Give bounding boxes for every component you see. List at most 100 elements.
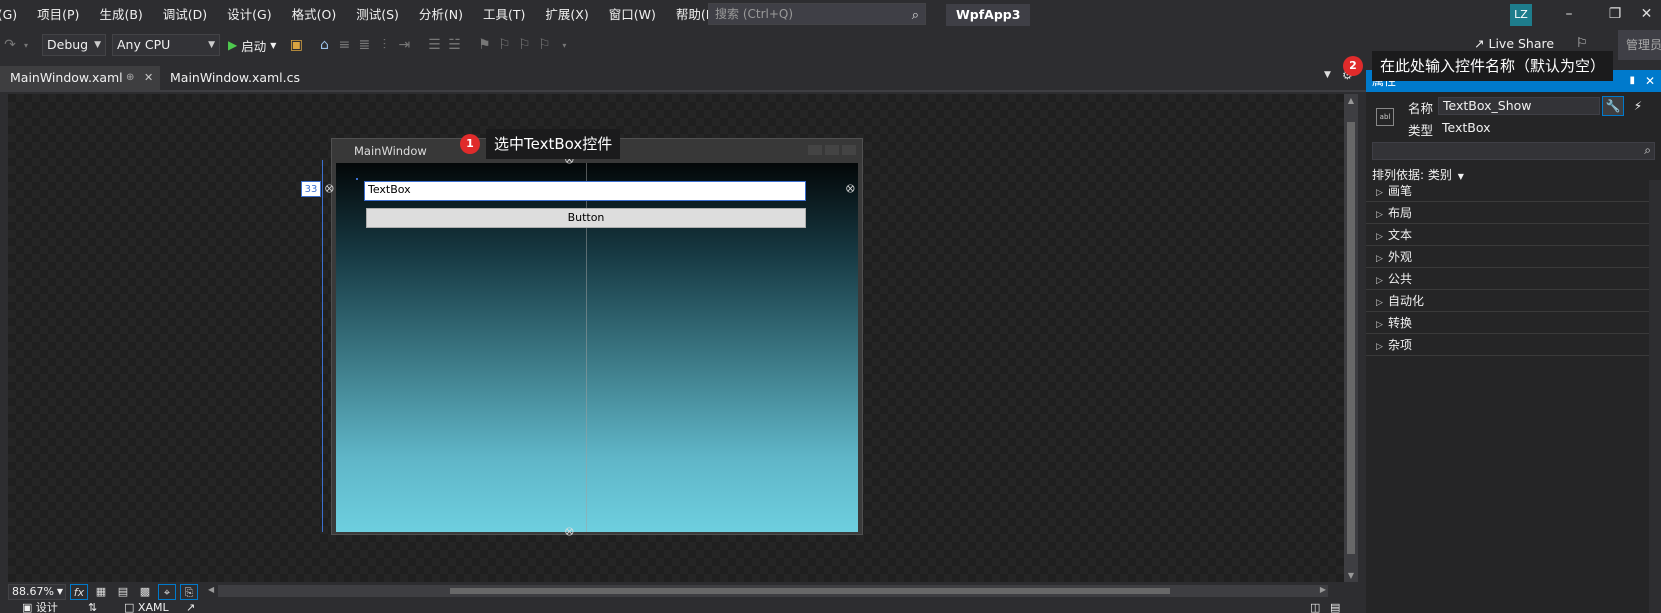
search-icon[interactable]: ⌕	[1644, 143, 1651, 158]
designer-vertical-scrollbar[interactable]: ▲ ▼	[1344, 94, 1358, 582]
redo-dropdown-icon[interactable]: ▾	[20, 41, 32, 50]
avatar[interactable]: LZ	[1510, 4, 1532, 26]
snap-grid-icon[interactable]: ▤	[114, 584, 132, 600]
scroll-right-icon[interactable]: ▶	[1320, 585, 1326, 594]
next-bookmark-icon[interactable]: ⚐	[514, 37, 534, 53]
toolbar-options-icon[interactable]: ▾	[554, 41, 574, 50]
category-automation[interactable]: ▷ 自动化	[1366, 290, 1649, 312]
category-brush[interactable]: ▷ 画笔	[1366, 180, 1649, 202]
chevron-down-icon: ▼	[56, 587, 63, 596]
menu-item-project[interactable]: 项目(P)	[27, 0, 89, 30]
vertical-split-icon[interactable]: ▤	[1330, 602, 1340, 613]
uncomment-icon[interactable]: ☱	[444, 37, 464, 53]
menu-item-debug[interactable]: 调试(D)	[153, 0, 217, 30]
expand-icon: ▷	[1376, 232, 1383, 242]
anchor-left-icon[interactable]: ⭙	[325, 182, 334, 196]
category-label: 杂项	[1388, 338, 1413, 352]
feedback-icon[interactable]: ⚐	[1576, 36, 1588, 51]
category-text[interactable]: ▷ 文本	[1366, 224, 1649, 246]
scroll-left-icon[interactable]: ◀	[208, 585, 214, 594]
anchor-right-icon[interactable]: ⭙	[846, 182, 855, 196]
expand-icon: ▷	[1376, 276, 1383, 286]
close-tab-icon[interactable]: ✕	[144, 66, 153, 90]
scroll-thumb[interactable]	[1347, 122, 1355, 554]
close-icon[interactable]: ✕	[1632, 0, 1661, 30]
category-transform[interactable]: ▷ 转换	[1366, 312, 1649, 334]
platform-select[interactable]: Any CPU ▼	[112, 34, 220, 56]
wrench-icon[interactable]: 🔧	[1602, 96, 1624, 116]
anchor-bottom-icon[interactable]: ⭙	[565, 525, 574, 539]
designer-horizontal-scrollbar[interactable]: ◀ ▶	[208, 585, 1328, 597]
solution-title: WpfApp3	[946, 4, 1031, 26]
swap-icon[interactable]: ⇅	[88, 602, 97, 613]
menu-item-format[interactable]: 格式(O)	[282, 0, 347, 30]
menu-item-analyze[interactable]: 分析(N)	[409, 0, 473, 30]
pin-icon[interactable]: ▮	[1629, 70, 1635, 92]
expand-icon: ▷	[1376, 342, 1383, 352]
scroll-up-icon[interactable]: ▲	[1344, 96, 1358, 105]
scroll-thumb[interactable]	[450, 588, 1170, 594]
events-bolt-icon[interactable]: ⚡	[1628, 96, 1648, 116]
menu-item-window[interactable]: 窗口(W)	[599, 0, 666, 30]
category-common[interactable]: ▷ 公共	[1366, 268, 1649, 290]
close-icon[interactable]: ✕	[1645, 70, 1655, 92]
project-code-icon[interactable]: ⎘	[180, 584, 198, 600]
bookmark-icon[interactable]: ⚑	[474, 37, 494, 53]
search-input[interactable]: 搜索 (Ctrl+Q) ⌕	[708, 3, 926, 25]
menu-item-design[interactable]: 设计(G)	[217, 0, 281, 30]
tab-mainwindow-xaml[interactable]: MainWindow.xaml ⊕ ✕	[0, 66, 160, 90]
live-share-button[interactable]: ↗ Live Share	[1474, 36, 1554, 51]
expand-icon: ▷	[1376, 298, 1383, 308]
selection-handle[interactable]	[356, 178, 358, 180]
zoom-select[interactable]: 88.67% ▼	[8, 584, 66, 600]
search-icon[interactable]: ⌕	[912, 6, 919, 26]
grid-icon[interactable]: ▦	[92, 584, 110, 600]
menu-item-view[interactable]: Í(G)	[0, 0, 27, 30]
menu-item-test[interactable]: 测试(S)	[346, 0, 409, 30]
platform-value: Any CPU	[117, 37, 171, 52]
callout-select-textbox: 选中TextBox控件	[486, 129, 621, 159]
pin-icon[interactable]: ⊕	[126, 66, 134, 90]
format-icon[interactable]: ⫶	[374, 37, 394, 53]
prev-bookmark-icon[interactable]: ⚐	[494, 37, 514, 53]
pop-out-icon[interactable]: ↗	[186, 602, 195, 613]
callout-badge-2: 2	[1343, 56, 1363, 76]
properties-scrollbar[interactable]	[1649, 180, 1661, 613]
category-layout[interactable]: ▷ 布局	[1366, 202, 1649, 224]
folder-icon[interactable]: ▣	[286, 37, 306, 53]
tab-design[interactable]: ▣ 设计	[22, 602, 58, 613]
wpf-window-preview[interactable]: MainWindow TextBox Button	[331, 138, 863, 535]
tab-xaml[interactable]: □ XAML	[124, 602, 169, 613]
menu-item-build[interactable]: 生成(B)	[89, 0, 152, 30]
split-view-icon[interactable]: ◫	[1310, 602, 1320, 613]
artboard-icon[interactable]: ▩	[136, 584, 154, 600]
textbox-control[interactable]: TextBox	[364, 181, 806, 201]
clear-bookmark-icon[interactable]: ⚐	[534, 37, 554, 53]
indent-icon[interactable]: ⇥	[394, 37, 414, 53]
view-tabs: ▣ 设计 ⇅ □ XAML ↗ ◫ ▤	[0, 602, 1366, 613]
properties-panel: 属性 ▮ ✕ abl 名称 TextBox_Show 🔧 ⚡ 类型 TextBo…	[1366, 70, 1661, 613]
xaml-icon: □	[124, 602, 135, 613]
tab-mainwindow-xaml-cs[interactable]: MainWindow.xaml.cs	[160, 66, 310, 90]
minimize-icon[interactable]: –	[1546, 0, 1592, 30]
button-control[interactable]: Button	[366, 208, 806, 228]
fx-button[interactable]: fx	[70, 584, 88, 600]
scroll-down-icon[interactable]: ▼	[1344, 571, 1358, 580]
category-appearance[interactable]: ▷ 外观	[1366, 246, 1649, 268]
name-input[interactable]: TextBox_Show	[1438, 97, 1600, 115]
snap-lines-icon[interactable]: ⌖	[158, 584, 176, 600]
align-left-icon[interactable]: ≣	[354, 37, 374, 53]
home-icon[interactable]: ⌂	[314, 37, 334, 53]
redo-icon[interactable]: ↷	[0, 37, 20, 53]
start-button[interactable]: ▶ 启动 ▼	[228, 36, 276, 55]
tab-overflow-icon[interactable]: ▼	[1324, 70, 1331, 80]
menu-item-extensions[interactable]: 扩展(X)	[535, 0, 598, 30]
window-client-area[interactable]: TextBox Button	[336, 163, 858, 532]
comment-icon[interactable]: ☰	[424, 37, 444, 53]
configuration-select[interactable]: Debug ▼	[42, 34, 106, 56]
category-misc[interactable]: ▷ 杂项	[1366, 334, 1649, 356]
align-icon[interactable]: ≡	[334, 37, 354, 53]
properties-search-input[interactable]: ⌕	[1372, 142, 1655, 160]
document-tabstrip: MainWindow.xaml ⊕ ✕ MainWindow.xaml.cs ▼…	[0, 66, 1370, 92]
menu-item-tools[interactable]: 工具(T)	[473, 0, 535, 30]
